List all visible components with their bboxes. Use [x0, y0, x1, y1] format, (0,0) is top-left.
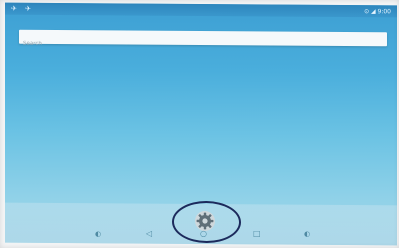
back-icon[interactable]: ◁: [146, 229, 152, 238]
nav-circle-icon[interactable]: ◐: [95, 230, 101, 238]
status-notification-icons: ✈ ✈: [11, 4, 34, 13]
tablet-photo: ✈ ✈ ⊙ ◢ 9:00 Search ◐ ◁ ○ □ ◐: [0, 0, 399, 248]
assistant-icon[interactable]: ◐: [304, 230, 310, 238]
home-icon[interactable]: ○: [200, 229, 207, 238]
status-system-icons: ⊙ ◢ 9:00: [364, 8, 391, 16]
search-bar[interactable]: [19, 29, 387, 54]
status-bar: ✈ ✈ ⊙ ◢ 9:00: [5, 2, 397, 18]
search-input[interactable]: [19, 36, 387, 54]
home-screen: ✈ ✈ ⊙ ◢ 9:00: [5, 2, 397, 246]
recents-icon[interactable]: □: [253, 229, 261, 238]
navigation-bar: ◐ ◁ ○ □ ◐: [5, 228, 397, 244]
